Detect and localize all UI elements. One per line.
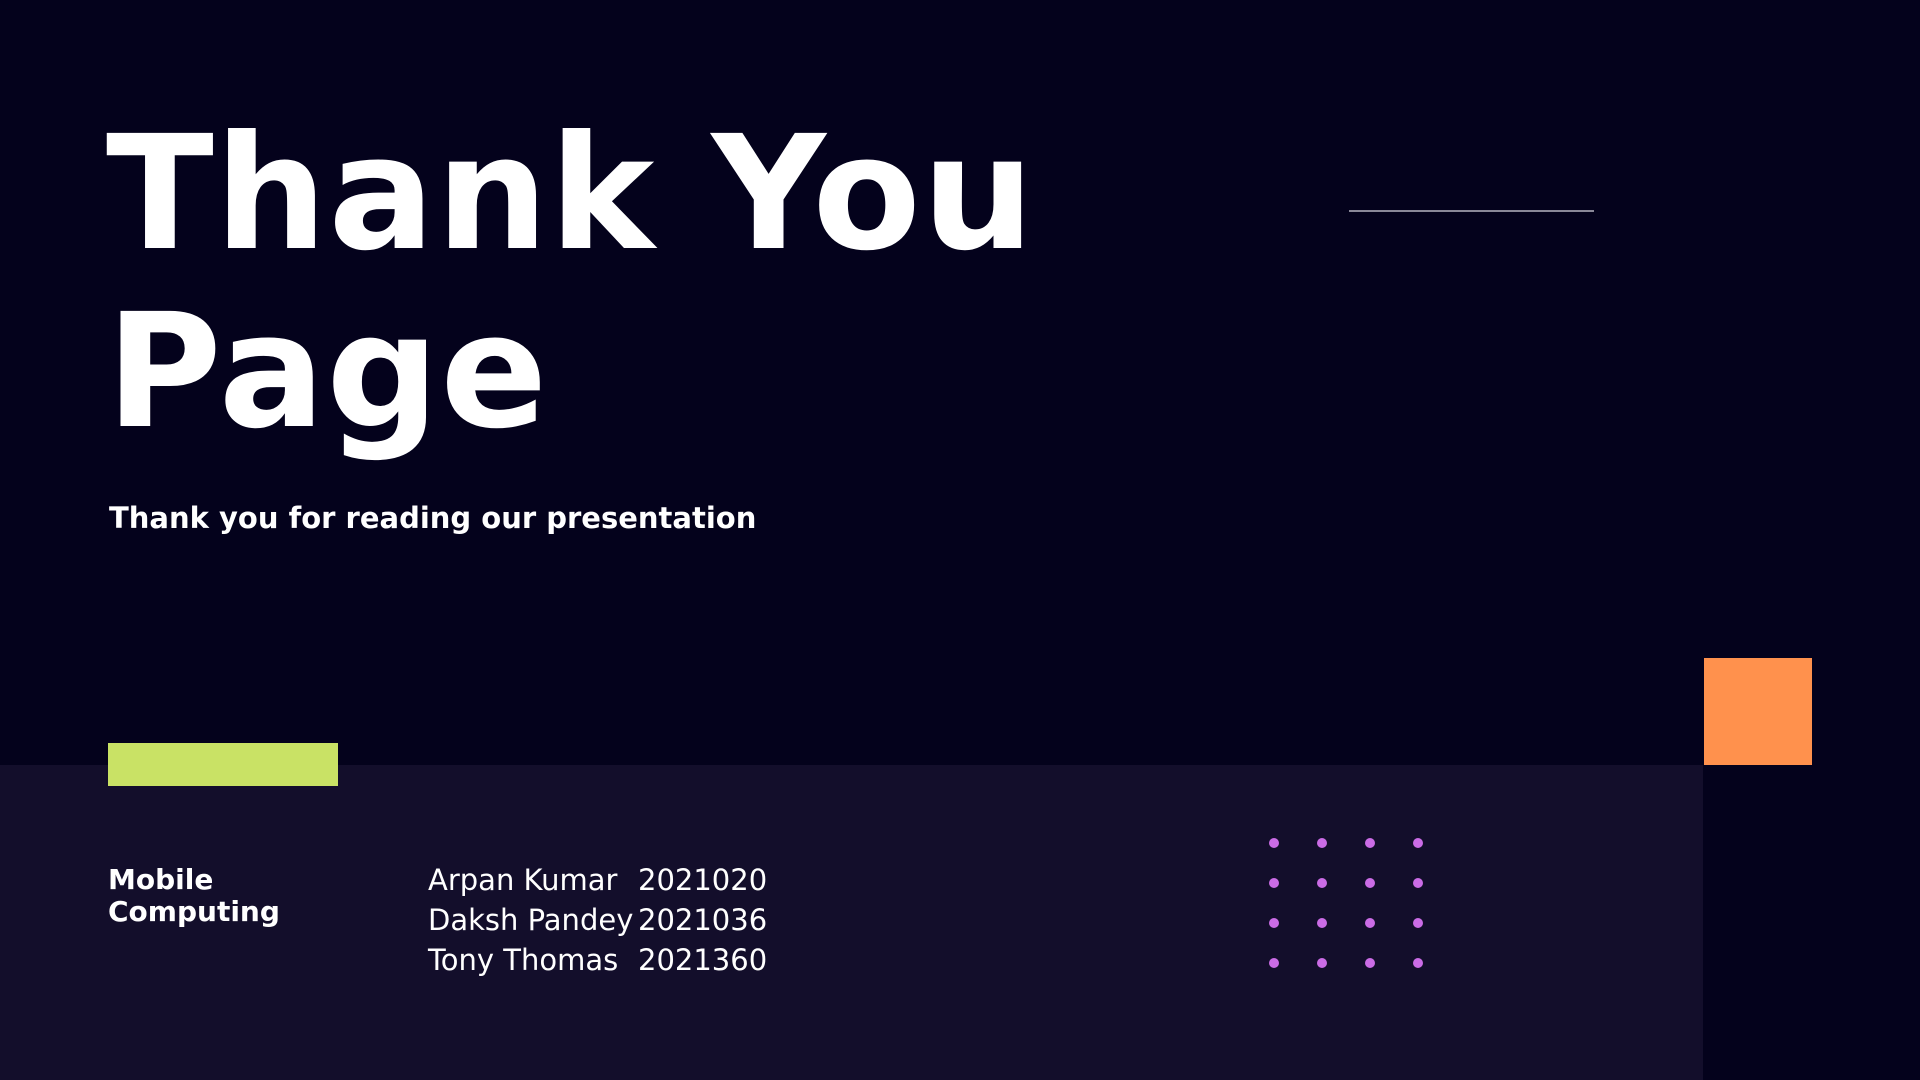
member-name: Tony Thomas bbox=[428, 943, 619, 977]
decorative-dot bbox=[1317, 878, 1327, 888]
title-line-1: Thank You bbox=[106, 102, 1036, 286]
decorative-dot bbox=[1365, 878, 1375, 888]
decorative-dot bbox=[1413, 878, 1423, 888]
decorative-dot bbox=[1365, 838, 1375, 848]
title-line-2: Page bbox=[106, 280, 549, 464]
member-id: 2021360 bbox=[638, 943, 768, 977]
member-id: 2021036 bbox=[638, 903, 768, 937]
member-name: Arpan Kumar bbox=[428, 863, 618, 897]
decorative-dot bbox=[1317, 918, 1327, 928]
orange-accent-square bbox=[1704, 658, 1812, 765]
slide: Thank You Page Thank you for reading our… bbox=[0, 0, 1920, 1080]
member-row: Daksh Pandey 2021036 bbox=[428, 900, 767, 940]
dot-grid bbox=[1269, 838, 1429, 975]
decorative-dot bbox=[1269, 918, 1279, 928]
green-accent-bar bbox=[108, 743, 338, 786]
decorative-dot bbox=[1365, 918, 1375, 928]
member-row: Tony Thomas 2021360 bbox=[428, 940, 767, 980]
decorative-dot bbox=[1413, 958, 1423, 968]
subtitle: Thank you for reading our presentation bbox=[109, 501, 757, 535]
decorative-dot bbox=[1317, 838, 1327, 848]
decorative-line bbox=[1349, 210, 1594, 212]
member-row: Arpan Kumar 2021020 bbox=[428, 860, 767, 900]
member-name: Daksh Pandey bbox=[428, 903, 634, 937]
decorative-dot bbox=[1413, 918, 1423, 928]
course-name: Mobile Computing bbox=[108, 863, 280, 928]
decorative-dot bbox=[1413, 838, 1423, 848]
decorative-dot bbox=[1317, 958, 1327, 968]
page-title: Thank You Page bbox=[106, 105, 1035, 461]
decorative-dot bbox=[1269, 838, 1279, 848]
decorative-dot bbox=[1269, 878, 1279, 888]
member-id: 2021020 bbox=[638, 863, 768, 897]
member-list: Arpan Kumar 2021020 Daksh Pandey 2021036 T… bbox=[428, 860, 767, 980]
decorative-dot bbox=[1365, 958, 1375, 968]
decorative-dot bbox=[1269, 958, 1279, 968]
